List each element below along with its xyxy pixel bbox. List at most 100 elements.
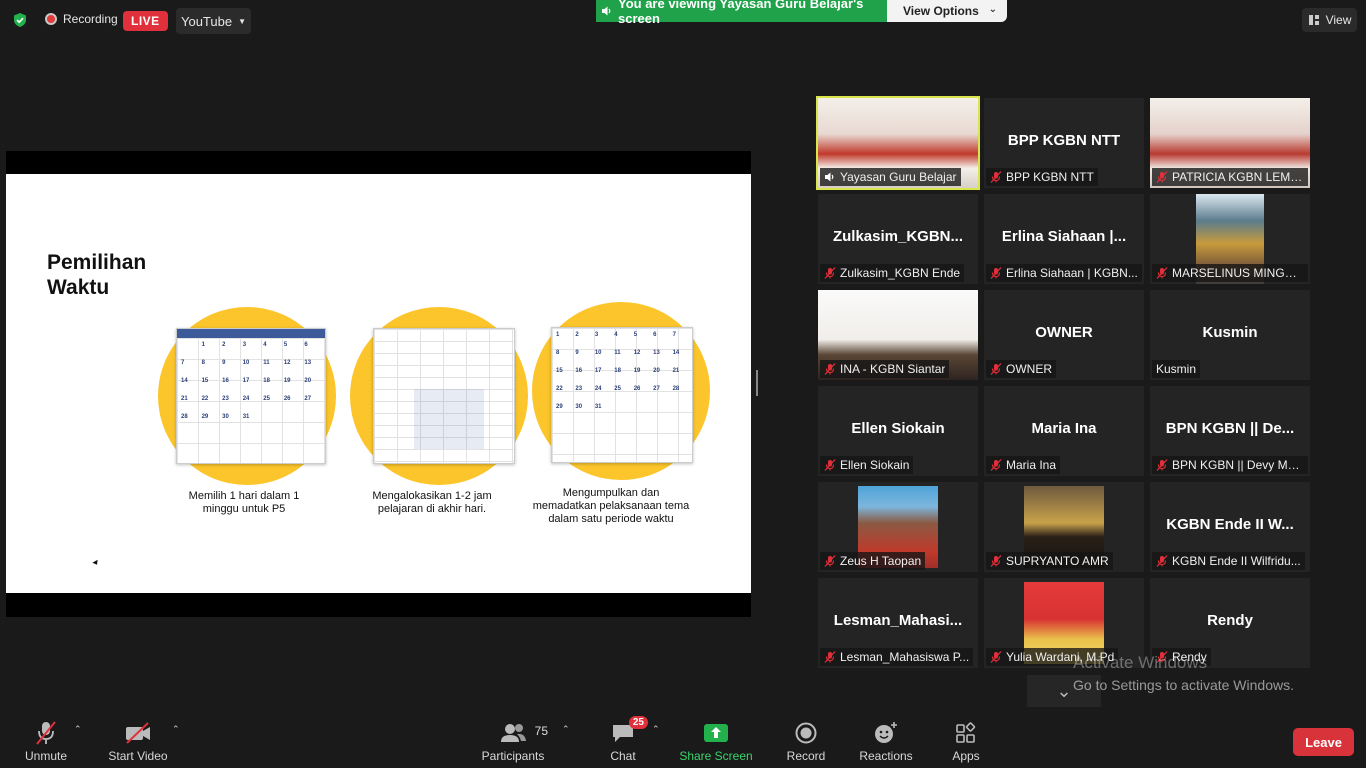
apps-button[interactable]: Apps (946, 712, 986, 768)
microphone-muted-icon (824, 651, 836, 663)
participant-tile[interactable]: BPN KGBN || De... BPN KGBN || Devy Ma... (1150, 386, 1310, 476)
participant-tile[interactable]: Zulkasim_KGBN... Zulkasim_KGBN Ende (818, 194, 978, 284)
calendar-day: 15 (201, 378, 209, 384)
participants-icon (501, 724, 526, 742)
activate-windows-subtitle: Go to Settings to activate Windows. (1073, 677, 1294, 693)
unmute-button[interactable]: Unmute (22, 712, 70, 768)
participant-display-name: BPP KGBN NTT (1007, 132, 1121, 149)
start-video-button[interactable]: Start Video (106, 712, 170, 768)
participant-name-label: KGBN Ende II Wilfridu... (1152, 552, 1305, 570)
calendar-day: 30 (575, 404, 583, 410)
security-shield-icon[interactable] (12, 12, 28, 28)
participant-tile[interactable]: SUPRYANTO AMR (984, 482, 1144, 572)
speaker-icon (602, 6, 611, 16)
reactions-button[interactable]: Reactions (858, 712, 914, 768)
calendar-day: 10 (594, 350, 602, 356)
calendar-day: 7 (181, 360, 185, 366)
calendar-day: 26 (633, 386, 641, 392)
calendar-day: 2 (222, 342, 226, 348)
participants-label: Participants (481, 749, 545, 763)
calendar-day: 23 (222, 396, 229, 402)
calendar-day: 4 (614, 332, 618, 338)
grid-view-icon (1308, 15, 1319, 25)
shared-screen[interactable]: Pemilihan Waktu 1 2 3 4 5 6 7 8 9 10 11 12 13 14 15 16 1… (6, 151, 751, 617)
caption-2: Mengalokasikan 1-2 jam pelajaran di akhi… (372, 490, 492, 515)
calendar-day: 14 (672, 350, 680, 356)
participant-name-label: Yayasan Guru Belajar (820, 168, 961, 186)
view-label: View (1325, 13, 1352, 27)
record-button[interactable]: Record (784, 712, 828, 768)
participant-tile[interactable]: PATRICIA KGBN LEMB... (1150, 98, 1310, 188)
audio-options-caret-icon[interactable]: ⌃ (74, 724, 82, 735)
chevron-down-icon: ⌄ (988, 4, 997, 15)
participants-button[interactable]: 75 Participants (480, 712, 548, 768)
calendar-day: 25 (614, 386, 621, 392)
chat-button[interactable]: 25 Chat (602, 712, 648, 768)
stream-target-dropdown[interactable]: YouTube ▼ (176, 8, 251, 34)
calendar-day: 28 (181, 414, 188, 420)
participant-tile[interactable]: INA - KGBN Siantar (818, 290, 978, 380)
calendar-day: 2 (575, 332, 579, 338)
view-button[interactable]: View (1302, 8, 1357, 32)
participant-tile[interactable]: Maria Ina Maria Ina (984, 386, 1144, 476)
live-badge: LIVE (123, 11, 168, 31)
start-video-label: Start Video (108, 749, 168, 763)
participant-tile[interactable]: OWNER OWNER (984, 290, 1144, 380)
participant-tile[interactable]: Lesman_Mahasi... Lesman_Mahasiswa P... (818, 578, 978, 668)
calendar-day: 24 (242, 396, 250, 402)
microphone-muted-icon (990, 459, 1002, 471)
participant-tile[interactable]: Kusmin Kusmin (1150, 290, 1310, 380)
calendar-day: 29 (201, 414, 209, 420)
calendar-day: 26 (283, 396, 291, 402)
video-options-caret-icon[interactable]: ⌃ (172, 724, 180, 735)
participant-name: PATRICIA KGBN LEMB... (1172, 170, 1304, 184)
chat-options-caret-icon[interactable]: ⌃ (652, 724, 660, 735)
participant-name-label: Erlina Siahaan | KGBN... (986, 264, 1142, 282)
participant-tile[interactable]: KGBN Ende II W... KGBN Ende II Wilfridu..… (1150, 482, 1310, 572)
microphone-muted-icon (1156, 171, 1168, 183)
speaker-active-icon (824, 171, 836, 183)
chevron-down-icon: ⌄ (1056, 681, 1072, 701)
participant-name: Kusmin (1156, 362, 1197, 376)
calendar-day: 17 (242, 378, 250, 384)
participant-name: BPP KGBN NTT (1006, 170, 1094, 184)
participant-tile[interactable]: Zeus H Taopan (818, 482, 978, 572)
microphone-muted-icon (824, 267, 836, 279)
chat-label: Chat (610, 749, 636, 763)
resize-handle[interactable] (756, 370, 758, 396)
recording-indicator[interactable]: Recording (45, 12, 118, 26)
calendar-day: 27 (653, 386, 660, 392)
leave-button[interactable]: Leave (1293, 728, 1354, 756)
caption-1: Memilih 1 hari dalam 1 minggu untuk P5 (188, 490, 300, 515)
participant-tile[interactable]: Ellen Siokain Ellen Siokain (818, 386, 978, 476)
participant-tile[interactable]: Erlina Siahaan |... Erlina Siahaan | KGBN… (984, 194, 1144, 284)
share-screen-label: Share Screen (679, 749, 753, 763)
calendar-day: 28 (672, 386, 680, 392)
calendar-day: 3 (594, 332, 599, 338)
calendar-day: 29 (556, 404, 563, 410)
participant-name-label: OWNER (986, 360, 1056, 378)
calendar-day: 4 (263, 342, 267, 348)
participant-tile[interactable]: MARSELINUS MINGG... (1150, 194, 1310, 284)
share-screen-icon (704, 724, 728, 742)
calendar-day: 22 (556, 386, 563, 392)
participant-name: Erlina Siahaan | KGBN... (1006, 266, 1138, 280)
microphone-muted-icon (990, 651, 1002, 663)
share-screen-button[interactable]: Share Screen (679, 712, 753, 768)
participant-name-label: BPN KGBN || Devy Ma... (1152, 456, 1308, 474)
participant-name-label: Maria Ina (986, 456, 1061, 474)
view-options-button[interactable]: View Options ⌄ (887, 0, 1007, 22)
participants-options-caret-icon[interactable]: ⌃ (562, 724, 570, 735)
video-camera-off-icon (126, 722, 150, 744)
participant-tile[interactable]: BPP KGBN NTT BPP KGBN NTT (984, 98, 1144, 188)
participant-tile[interactable]: Yayasan Guru Belajar (816, 96, 980, 190)
calendar-day: 22 (201, 396, 209, 402)
participant-display-name: Ellen Siokain (851, 420, 945, 437)
participant-name-label: Kusmin (1152, 360, 1201, 378)
participant-name-label: Ellen Siokain (820, 456, 914, 474)
participant-name: Zulkasim_KGBN Ende (840, 266, 961, 280)
participant-display-name: Maria Ina (1031, 420, 1097, 437)
participant-name: SUPRYANTO AMR (1006, 554, 1109, 568)
calendar-day: 11 (614, 350, 621, 356)
calendar-day: 14 (181, 378, 188, 384)
